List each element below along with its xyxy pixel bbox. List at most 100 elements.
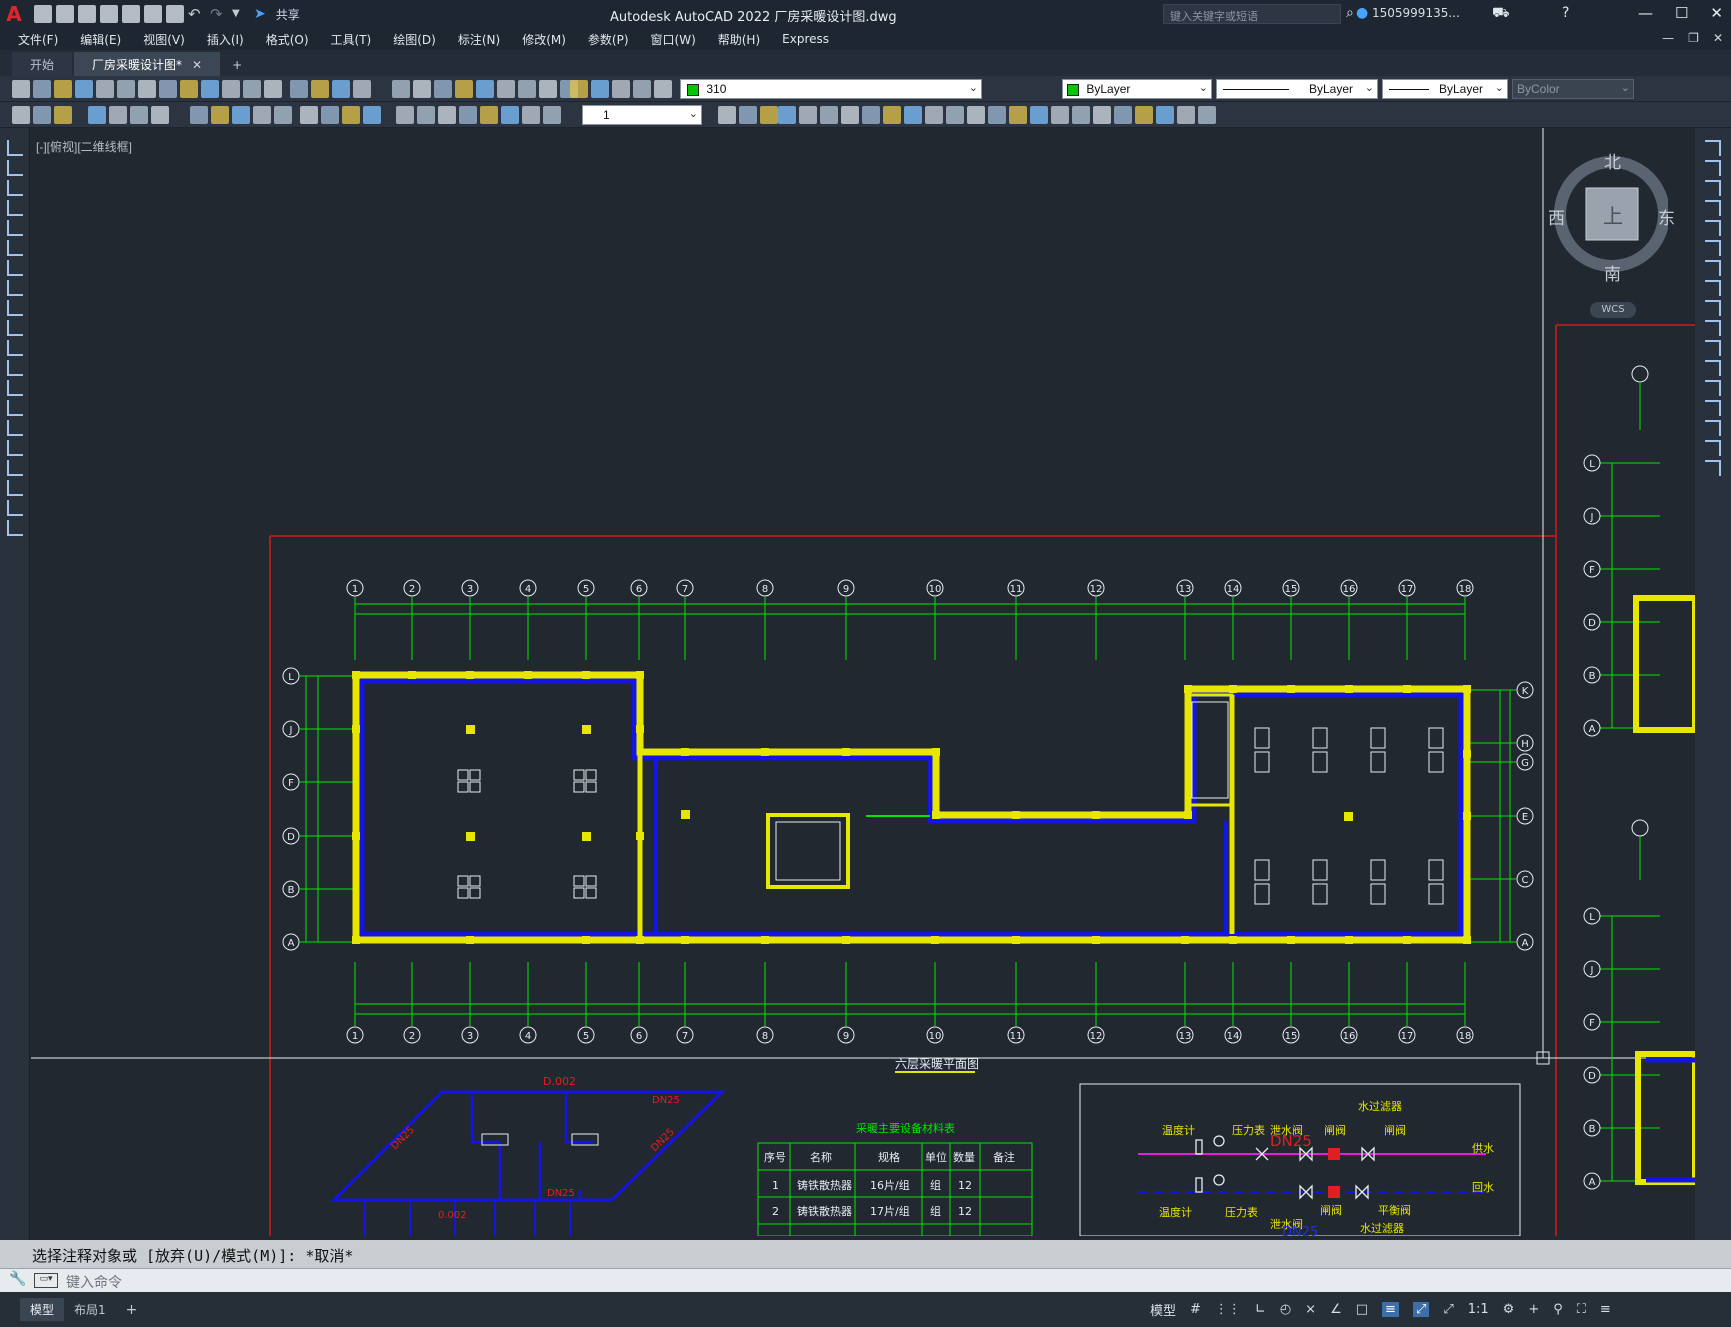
toolbar1-tool-icon[interactable] (455, 80, 473, 98)
draw-tool-icon[interactable] (7, 480, 23, 496)
osnap-icon[interactable]: ⨯ (1305, 1302, 1316, 1317)
toolbar2-tool-icon[interactable] (253, 106, 271, 124)
toolbar1-tool-icon[interactable] (332, 80, 350, 98)
toolbar2-tool-icon[interactable] (300, 106, 318, 124)
draw-tool-icon[interactable] (7, 520, 23, 536)
menu-dimension[interactable]: 标注(N) (458, 31, 500, 48)
modify-tool-icon[interactable] (1705, 140, 1721, 156)
toolbar2-tool-icon[interactable] (232, 106, 250, 124)
modify-tool-icon[interactable] (1705, 160, 1721, 176)
modify-tool-icon[interactable] (1705, 340, 1721, 356)
wrench-icon[interactable]: 🔧 (9, 1271, 26, 1287)
toolbar2-tool-icon[interactable] (459, 106, 477, 124)
toolbar2-tool-icon[interactable] (522, 106, 540, 124)
toolbar1-tool-icon[interactable] (654, 80, 672, 98)
toolbar1-tool-icon[interactable] (180, 80, 198, 98)
toolbar2-tool-icon[interactable] (904, 106, 922, 124)
annotation-visibility-icon[interactable]: ⤢ (1443, 1302, 1453, 1317)
draw-tool-icon[interactable] (7, 240, 23, 256)
draw-tool-icon[interactable] (7, 220, 23, 236)
modify-tool-icon[interactable] (1705, 460, 1721, 476)
isolate-icon[interactable]: ⚲ (1553, 1302, 1563, 1317)
toolbar1-tool-icon[interactable] (159, 80, 177, 98)
toolbar2-tool-icon[interactable] (321, 106, 339, 124)
draw-tool-icon[interactable] (7, 360, 23, 376)
modify-tool-icon[interactable] (1705, 360, 1721, 376)
toolbar2-tool-icon[interactable] (1093, 106, 1111, 124)
toolbar2-tool-icon[interactable] (190, 106, 208, 124)
viewcube-west[interactable]: 西 (1548, 204, 1565, 229)
toolbar2-tool-icon[interactable] (988, 106, 1006, 124)
menu-format[interactable]: 格式(O) (266, 31, 309, 48)
web-icon[interactable] (122, 5, 140, 23)
ortho-icon[interactable]: ∟ (1255, 1302, 1266, 1317)
lineweight-icon[interactable]: ≡ (1382, 1302, 1399, 1317)
menu-edit[interactable]: 编辑(E) (80, 31, 121, 48)
toolbar2-tool-icon[interactable] (396, 106, 414, 124)
maximize-button[interactable]: ☐ (1675, 4, 1688, 22)
toolbar2-tool-icon[interactable] (967, 106, 985, 124)
draw-tool-icon[interactable] (7, 380, 23, 396)
modify-tool-icon[interactable] (1705, 220, 1721, 236)
close-tab-icon[interactable]: ✕ (192, 58, 202, 72)
annotation-scale-icon[interactable]: ⤢ (1412, 1302, 1430, 1317)
toolbar2-tool-icon[interactable] (1009, 106, 1027, 124)
fullscreen-icon[interactable]: ⛶ (1577, 1302, 1586, 1317)
menu-insert[interactable]: 插入(I) (207, 31, 244, 48)
draw-tool-icon[interactable] (7, 300, 23, 316)
menu-draw[interactable]: 绘图(D) (393, 31, 436, 48)
doc-minimize-button[interactable]: — (1662, 31, 1674, 45)
menu-view[interactable]: 视图(V) (143, 31, 185, 48)
toolbar1-tool-icon[interactable] (290, 80, 308, 98)
toolbar1-tool-icon[interactable] (96, 80, 114, 98)
toolbar2-tool-icon[interactable] (799, 106, 817, 124)
toolbar2-tool-icon[interactable] (342, 106, 360, 124)
menu-file[interactable]: 文件(F) (18, 31, 58, 48)
draw-tool-icon[interactable] (7, 340, 23, 356)
new-tab-button[interactable]: + (222, 54, 252, 76)
layer-dropdown[interactable]: 310 ⌄ (680, 79, 982, 99)
linetype-dropdown[interactable]: ByLayer ⌄ (1216, 79, 1378, 99)
toolbar2-tool-icon[interactable] (501, 106, 519, 124)
modify-tool-icon[interactable] (1705, 180, 1721, 196)
toolbar2-tool-icon[interactable] (417, 106, 435, 124)
toolbar2-tool-icon[interactable] (778, 106, 796, 124)
iso-draft-icon[interactable]: ∠ (1330, 1302, 1342, 1317)
toolbar2-tool-icon[interactable] (1177, 106, 1195, 124)
toolbar2-tool-icon[interactable] (151, 106, 169, 124)
viewcube-north[interactable]: 北 (1604, 148, 1621, 173)
modify-tool-icon[interactable] (1705, 280, 1721, 296)
search-input[interactable]: 键入关键字或短语 (1163, 4, 1341, 24)
toolbar2-tool-icon[interactable] (1156, 106, 1174, 124)
command-prompt-icon[interactable]: ▭▾ (34, 1273, 58, 1288)
toolbar2-tool-icon[interactable] (1051, 106, 1069, 124)
menu-parametric[interactable]: 参数(P) (588, 31, 629, 48)
toolbar2-tool-icon[interactable] (211, 106, 229, 124)
draw-tool-icon[interactable] (7, 200, 23, 216)
viewcube[interactable]: 北 南 西 东 上 (1548, 148, 1675, 308)
toolbar2-tool-icon[interactable] (1114, 106, 1132, 124)
toolbar1-tool-icon[interactable] (353, 80, 371, 98)
doc-close-button[interactable]: ✕ (1713, 31, 1723, 45)
help-icon[interactable]: ? (1562, 5, 1569, 21)
draw-tool-icon[interactable] (7, 160, 23, 176)
toolbar1-tool-icon[interactable] (75, 80, 93, 98)
toolbar2-tool-icon[interactable] (543, 106, 561, 124)
modify-tool-icon[interactable] (1705, 260, 1721, 276)
toolbar1-tool-icon[interactable] (33, 80, 51, 98)
toolbar2-tool-icon[interactable] (1030, 106, 1048, 124)
share-icon[interactable]: ➤ (254, 6, 266, 22)
draw-tool-icon[interactable] (7, 280, 23, 296)
toolbar1-tool-icon[interactable] (117, 80, 135, 98)
viewcube-east[interactable]: 东 (1658, 204, 1675, 229)
toolbar2-tool-icon[interactable] (739, 106, 757, 124)
autocad-logo[interactable]: A (0, 0, 28, 28)
draw-tool-icon[interactable] (7, 140, 23, 156)
cart-icon[interactable]: ⛟ (1492, 5, 1510, 23)
draw-tool-icon[interactable] (7, 440, 23, 456)
modify-tool-icon[interactable] (1705, 400, 1721, 416)
model-tab[interactable]: 模型 (20, 1298, 65, 1321)
draw-tool-icon[interactable] (7, 500, 23, 516)
menu-modify[interactable]: 修改(M) (522, 31, 566, 48)
draw-tool-icon[interactable] (7, 180, 23, 196)
